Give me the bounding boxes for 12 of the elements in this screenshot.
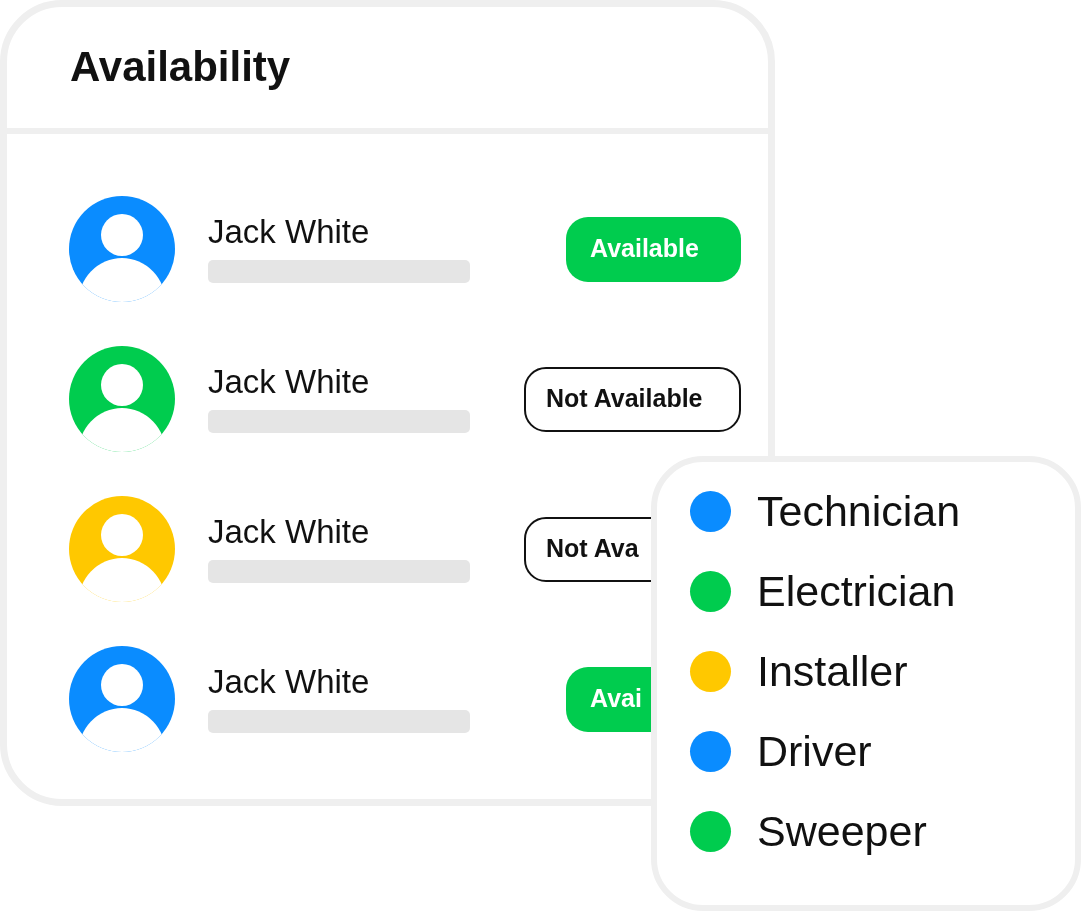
- person-name: Jack White: [208, 365, 371, 398]
- legend-label: Driver: [757, 729, 872, 773]
- status-badge: Not Available: [524, 366, 741, 432]
- legend-label: Electrician: [757, 569, 956, 613]
- person-name: Jack White: [208, 215, 371, 248]
- legend-label: Installer: [757, 649, 908, 693]
- person-name: Jack White: [208, 515, 371, 548]
- card-title: Availability: [70, 42, 291, 93]
- legend-label: Technician: [757, 489, 961, 533]
- person-name: Jack White: [208, 665, 371, 698]
- legend-label: Sweeper: [757, 809, 927, 853]
- status-badge: Available: [566, 216, 741, 282]
